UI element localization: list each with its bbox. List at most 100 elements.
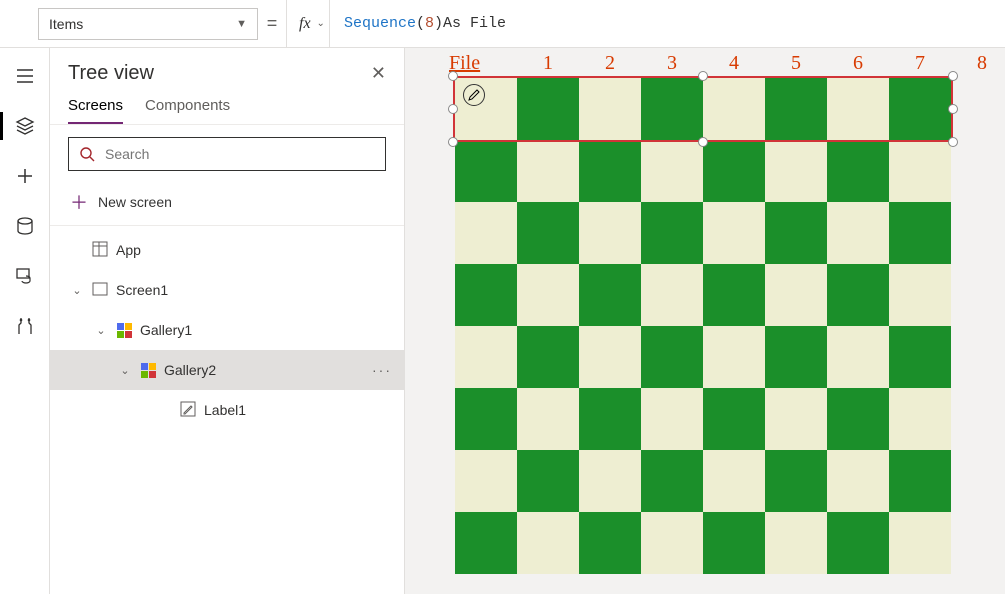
resize-handle[interactable] (448, 71, 458, 81)
chevron-down-icon: ⌄ (317, 18, 325, 29)
board-row (455, 140, 951, 202)
board-square (765, 388, 827, 450)
new-screen-button[interactable]: ＋ New screen (50, 183, 404, 226)
board-row (455, 388, 951, 450)
layers-icon (15, 116, 35, 136)
board-square (579, 264, 641, 326)
resize-handle[interactable] (698, 71, 708, 81)
tree-node-gallery2[interactable]: ⌄ Gallery2 ··· (50, 350, 404, 390)
board-square (703, 388, 765, 450)
tab-components[interactable]: Components (145, 97, 230, 124)
board-square (827, 140, 889, 202)
board-row (455, 326, 951, 388)
rail-hamburger[interactable] (0, 56, 50, 96)
board-square (765, 140, 827, 202)
tree-label: Gallery1 (140, 322, 392, 338)
formula-bar: Items ▼ = fx ⌄ Sequence(8) As File (0, 0, 1005, 48)
plus-icon (15, 166, 35, 186)
edit-pencil-button[interactable] (463, 84, 485, 106)
board-square (579, 512, 641, 574)
tree-label: Screen1 (116, 282, 392, 298)
formula-suffix: As File (443, 15, 506, 32)
tree-node-gallery1[interactable]: ⌄ Gallery1 (50, 310, 404, 350)
annot-file: File (449, 52, 517, 75)
board-square (641, 450, 703, 512)
plus-icon: ＋ (70, 189, 88, 215)
resize-handle[interactable] (948, 137, 958, 147)
rail-data[interactable] (0, 206, 50, 246)
board-row (455, 202, 951, 264)
board-square (455, 264, 517, 326)
board-square (517, 512, 579, 574)
tree-node-screen1[interactable]: ⌄ Screen1 (50, 270, 404, 310)
canvas[interactable]: File 12345678 (405, 48, 1005, 594)
rail-tools[interactable] (0, 306, 50, 346)
resize-handle[interactable] (698, 137, 708, 147)
board-square (579, 326, 641, 388)
rail-media[interactable] (0, 256, 50, 296)
board-square (641, 512, 703, 574)
board-row (455, 264, 951, 326)
board-square (703, 450, 765, 512)
more-button[interactable]: ··· (372, 362, 392, 378)
search-field[interactable] (103, 145, 375, 163)
formula-input[interactable]: Sequence(8) As File (329, 0, 1005, 48)
board-square (703, 326, 765, 388)
panel-tabs: Screens Components (50, 91, 404, 125)
board-square (765, 326, 827, 388)
board-square (889, 202, 951, 264)
annot-col: 1 (517, 52, 579, 75)
board-square (703, 512, 765, 574)
board-square (889, 326, 951, 388)
tree-label: Gallery2 (164, 362, 364, 378)
board-square (827, 388, 889, 450)
tree-node-app[interactable]: App (50, 230, 404, 270)
board-square (579, 202, 641, 264)
board-square (455, 140, 517, 202)
resize-handle[interactable] (948, 71, 958, 81)
board-square (517, 140, 579, 202)
annot-col: 7 (889, 52, 951, 75)
resize-handle[interactable] (448, 104, 458, 114)
tree-node-label1[interactable]: Label1 (50, 390, 404, 430)
gallery-icon (116, 322, 132, 338)
rail-tree-view[interactable] (0, 106, 50, 146)
main-area: Tree view ✕ Screens Components ＋ New scr… (0, 48, 1005, 594)
tools-icon (15, 316, 35, 336)
panel-close-button[interactable]: ✕ (371, 63, 386, 84)
board-square (765, 512, 827, 574)
chevron-down-icon[interactable]: ⌄ (94, 324, 108, 337)
new-screen-label: New screen (98, 194, 172, 210)
board-square (579, 140, 641, 202)
rail-insert[interactable] (0, 156, 50, 196)
tree: App ⌄ Screen1 ⌄ Gallery1 ⌄ Gallery2 ··· (50, 226, 404, 430)
property-dropdown[interactable]: Items ▼ (38, 8, 258, 40)
resize-handle[interactable] (448, 137, 458, 147)
board-square (827, 450, 889, 512)
annot-col: 8 (951, 52, 1005, 75)
chevron-down-icon[interactable]: ⌄ (118, 364, 132, 377)
board-square (703, 202, 765, 264)
board-square (827, 264, 889, 326)
board-square (703, 140, 765, 202)
fx-dropdown[interactable]: fx ⌄ (286, 0, 329, 48)
board-row (455, 512, 951, 574)
board-square (517, 450, 579, 512)
search-icon (79, 146, 95, 162)
left-rail (0, 48, 50, 594)
selection-outline[interactable] (453, 76, 953, 142)
board-square (889, 140, 951, 202)
board-square (455, 512, 517, 574)
board-square (889, 388, 951, 450)
resize-handle[interactable] (948, 104, 958, 114)
tab-screens[interactable]: Screens (68, 97, 123, 124)
chevron-down-icon[interactable]: ⌄ (70, 284, 84, 297)
search-input[interactable] (68, 137, 386, 171)
chevron-down-icon: ▼ (236, 18, 247, 30)
formula-arg: 8 (425, 15, 434, 32)
media-icon (15, 266, 35, 286)
board-square (455, 450, 517, 512)
annot-col: 2 (579, 52, 641, 75)
board-square (765, 202, 827, 264)
annot-col: 6 (827, 52, 889, 75)
